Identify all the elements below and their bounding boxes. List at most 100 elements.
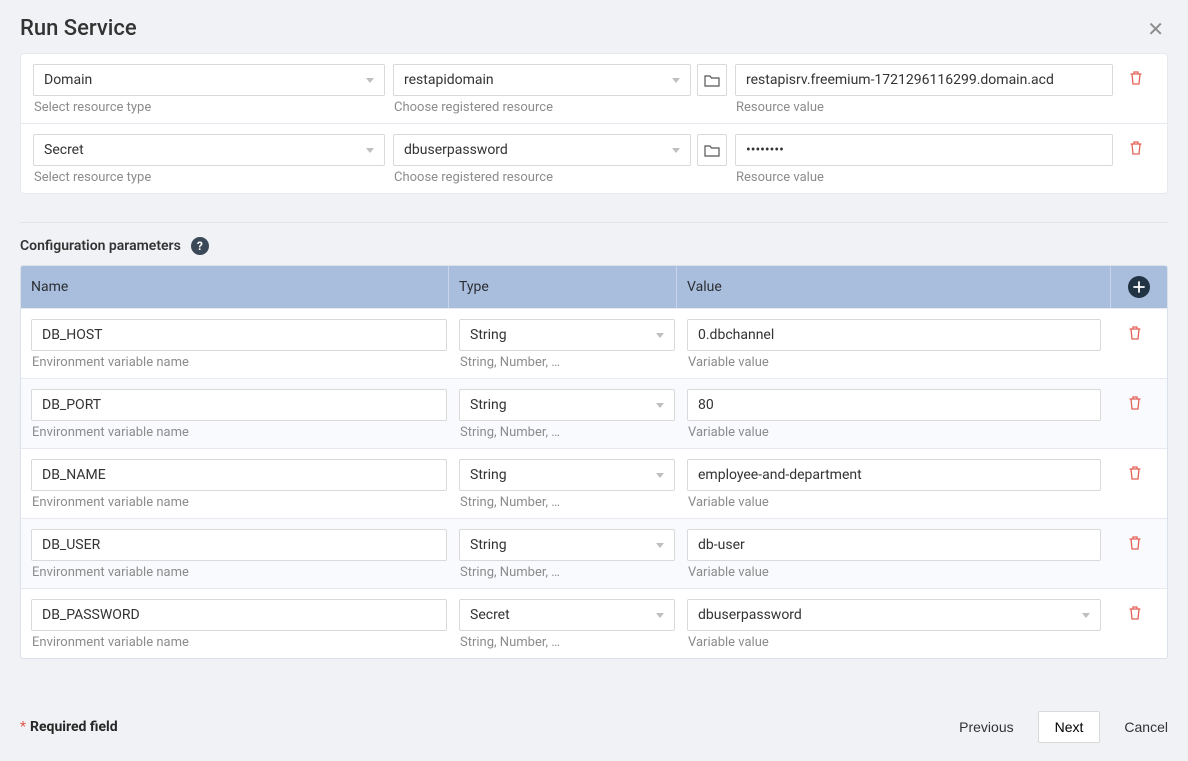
resource-value-input[interactable]: [735, 134, 1113, 166]
resource-value-input[interactable]: [735, 64, 1113, 96]
table-row: Environment variable name String String,…: [21, 518, 1167, 588]
helper-text: Select resource type: [33, 170, 385, 185]
trash-icon[interactable]: [1127, 325, 1143, 341]
plus-icon: [1133, 281, 1145, 293]
helper-text: Environment variable name: [31, 425, 447, 440]
required-field-note: *Required field: [20, 719, 118, 735]
variable-type-select[interactable]: String: [459, 389, 675, 421]
registered-resource-select[interactable]: dbuserpassword: [393, 134, 691, 166]
select-value: restapidomain: [404, 72, 494, 88]
variable-type-select[interactable]: String: [459, 459, 675, 491]
browse-resource-button[interactable]: [697, 134, 727, 166]
asterisk-icon: *: [20, 719, 26, 735]
next-button[interactable]: Next: [1038, 711, 1101, 743]
variable-name-input[interactable]: [31, 389, 447, 421]
chevron-down-icon: [656, 473, 664, 478]
variable-value-select[interactable]: dbuserpassword: [687, 599, 1101, 631]
table-header-row: Name Type Value: [21, 266, 1167, 308]
chevron-down-icon: [1082, 613, 1090, 618]
close-icon[interactable]: ✕: [1143, 19, 1168, 39]
select-value: String: [470, 537, 507, 553]
helper-text: Resource value: [735, 170, 1113, 185]
chevron-down-icon: [656, 333, 664, 338]
chevron-down-icon: [656, 543, 664, 548]
trash-icon[interactable]: [1127, 465, 1143, 481]
variable-name-input[interactable]: [31, 599, 447, 631]
trash-icon[interactable]: [1127, 535, 1143, 551]
helper-text: Variable value: [687, 495, 1101, 510]
resource-row: Domain Select resource type restapidomai…: [21, 54, 1167, 123]
chevron-down-icon: [672, 148, 680, 153]
helper-text: String, Number, …: [459, 425, 675, 440]
table-row: Environment variable name String String,…: [21, 448, 1167, 518]
help-icon[interactable]: ?: [191, 237, 209, 255]
trash-icon[interactable]: [1127, 605, 1143, 621]
cancel-button[interactable]: Cancel: [1124, 719, 1168, 735]
trash-icon[interactable]: [1127, 395, 1143, 411]
select-value: String: [470, 467, 507, 483]
helper-text: String, Number, …: [459, 355, 675, 370]
helper-text: Environment variable name: [31, 495, 447, 510]
select-value: dbuserpassword: [404, 142, 508, 158]
helper-text: Choose registered resource: [393, 100, 727, 115]
variable-type-select[interactable]: Secret: [459, 599, 675, 631]
resource-type-select[interactable]: Secret: [33, 134, 385, 166]
table-row: Environment variable name String String,…: [21, 308, 1167, 378]
column-header-name: Name: [21, 266, 449, 308]
helper-text: Environment variable name: [31, 565, 447, 580]
section-title: Configuration parameters: [20, 238, 181, 254]
helper-text: Variable value: [687, 355, 1101, 370]
trash-icon[interactable]: [1128, 140, 1144, 156]
add-row-button[interactable]: [1128, 276, 1150, 298]
helper-text: Environment variable name: [31, 635, 447, 650]
helper-text: Environment variable name: [31, 355, 447, 370]
column-header-value: Value: [677, 266, 1111, 308]
helper-text: String, Number, …: [459, 565, 675, 580]
variable-type-select[interactable]: String: [459, 529, 675, 561]
chevron-down-icon: [672, 78, 680, 83]
folder-icon: [704, 143, 720, 157]
variable-value-input[interactable]: [687, 389, 1101, 421]
chevron-down-icon: [366, 148, 374, 153]
helper-text: Select resource type: [33, 100, 385, 115]
select-value: String: [470, 397, 507, 413]
helper-text: String, Number, …: [459, 495, 675, 510]
helper-text: Choose registered resource: [393, 170, 727, 185]
chevron-down-icon: [656, 403, 664, 408]
resource-row: Secret Select resource type dbuserpasswo…: [21, 123, 1167, 193]
previous-button[interactable]: Previous: [959, 719, 1013, 735]
column-header-type: Type: [449, 266, 677, 308]
folder-icon: [704, 73, 720, 87]
chevron-down-icon: [366, 78, 374, 83]
helper-text: Variable value: [687, 425, 1101, 440]
variable-name-input[interactable]: [31, 529, 447, 561]
dialog-title: Run Service: [20, 16, 137, 41]
resource-section: Domain Select resource type restapidomai…: [20, 53, 1168, 194]
variable-name-input[interactable]: [31, 319, 447, 351]
helper-text: Resource value: [735, 100, 1113, 115]
select-value: dbuserpassword: [698, 607, 802, 623]
chevron-down-icon: [656, 613, 664, 618]
browse-resource-button[interactable]: [697, 64, 727, 96]
table-row: Environment variable name String String,…: [21, 378, 1167, 448]
helper-text: String, Number, …: [459, 635, 675, 650]
helper-text: Variable value: [687, 635, 1101, 650]
variable-name-input[interactable]: [31, 459, 447, 491]
select-value: Secret: [470, 607, 510, 623]
select-value: Domain: [44, 72, 92, 88]
variable-value-input[interactable]: [687, 459, 1101, 491]
select-value: String: [470, 327, 507, 343]
dialog-header: Run Service ✕: [0, 0, 1188, 53]
trash-icon[interactable]: [1128, 70, 1144, 86]
table-row: Environment variable name Secret String,…: [21, 588, 1167, 658]
config-table: Name Type Value Environment variable nam…: [20, 265, 1168, 659]
variable-value-input[interactable]: [687, 529, 1101, 561]
variable-value-input[interactable]: [687, 319, 1101, 351]
section-divider: [20, 222, 1168, 223]
config-section-header: Configuration parameters ?: [0, 237, 1188, 265]
select-value: Secret: [44, 142, 84, 158]
helper-text: Variable value: [687, 565, 1101, 580]
registered-resource-select[interactable]: restapidomain: [393, 64, 691, 96]
variable-type-select[interactable]: String: [459, 319, 675, 351]
resource-type-select[interactable]: Domain: [33, 64, 385, 96]
